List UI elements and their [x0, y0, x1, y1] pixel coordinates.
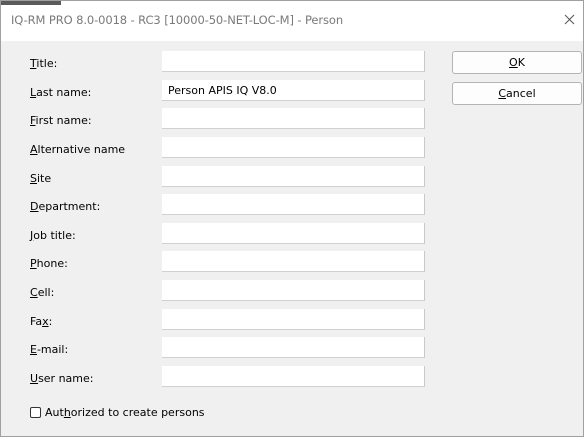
label-cell: Cell: — [30, 286, 55, 299]
label-title: Title: — [30, 57, 58, 70]
ok-button[interactable]: OK — [452, 51, 582, 74]
alternative-name-field[interactable] — [162, 137, 425, 158]
authorized-checkbox-label: Authorized to create persons — [45, 406, 205, 419]
cell-field[interactable] — [162, 280, 425, 301]
label-email: E-mail: — [30, 343, 69, 356]
cancel-button[interactable]: Cancel — [452, 82, 582, 105]
person-dialog: IQ-RM PRO 8.0-0018 - RC3 [10000-50-NET-L… — [0, 0, 584, 437]
email-field[interactable] — [162, 337, 425, 358]
authorized-checkbox-row[interactable]: Authorized to create persons — [30, 406, 205, 419]
last-name-field[interactable] — [162, 80, 425, 101]
phone-field[interactable] — [162, 251, 425, 272]
label-phone: Phone: — [30, 257, 68, 270]
site-field[interactable] — [162, 166, 425, 187]
label-site: Site — [30, 172, 52, 185]
title-field[interactable] — [162, 51, 425, 72]
department-field[interactable] — [162, 194, 425, 215]
close-button[interactable] — [555, 7, 583, 31]
label-alternative-name: Alternative name — [30, 143, 126, 156]
title-bar-strip — [1, 1, 61, 5]
job-title-field[interactable] — [162, 223, 425, 244]
label-first-name: First name: — [30, 114, 92, 127]
authorized-checkbox[interactable] — [30, 407, 41, 418]
close-icon — [564, 14, 574, 24]
label-last-name: Last name: — [30, 86, 92, 99]
label-job-title: Job title: — [30, 229, 76, 242]
user-name-field[interactable] — [162, 366, 425, 387]
title-bar: IQ-RM PRO 8.0-0018 - RC3 [10000-50-NET-L… — [1, 1, 583, 41]
label-user-name: User name: — [30, 372, 94, 385]
label-fax: Fax: — [30, 315, 53, 328]
label-department: Department: — [30, 200, 101, 213]
first-name-field[interactable] — [162, 108, 425, 129]
window-title: IQ-RM PRO 8.0-0018 - RC3 [10000-50-NET-L… — [11, 13, 344, 27]
fax-field[interactable] — [162, 309, 425, 330]
